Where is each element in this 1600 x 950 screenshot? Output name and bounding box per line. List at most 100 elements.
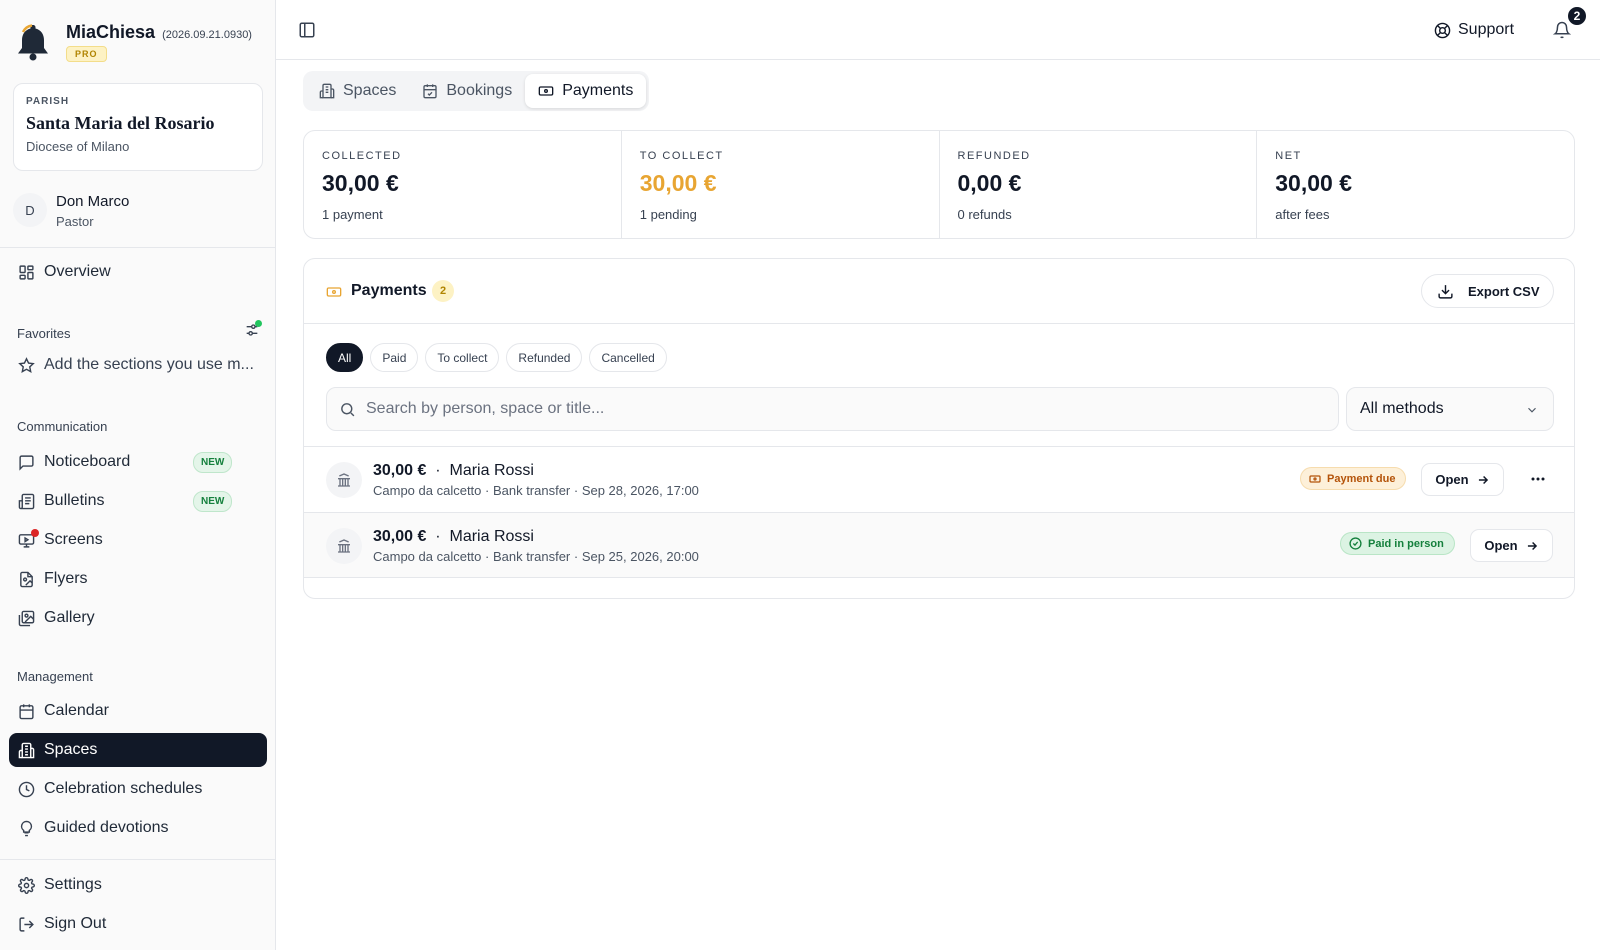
sidebar: MiaChiesa (2026.09.21.0930) PRO PARISH S… bbox=[0, 0, 276, 950]
favorites-heading: Favorites bbox=[17, 326, 71, 341]
new-badge: NEW bbox=[193, 491, 233, 512]
filter-to-collect[interactable]: To collect bbox=[425, 343, 500, 372]
new-badge: NEW bbox=[193, 452, 233, 473]
avatar: D bbox=[13, 193, 47, 227]
stat-label: REFUNDED bbox=[957, 150, 1031, 162]
open-label: Open bbox=[1435, 472, 1469, 487]
filter-all[interactable]: All bbox=[326, 343, 364, 372]
communication-heading: Communication bbox=[17, 419, 108, 434]
stat-net: NET 30,00 € after fees bbox=[1257, 131, 1574, 238]
payer-name: Maria Rossi bbox=[449, 528, 534, 545]
arrow-right-icon bbox=[1469, 473, 1490, 487]
more-options-icon[interactable] bbox=[1528, 469, 1548, 489]
newspaper-icon bbox=[18, 493, 35, 510]
open-button[interactable]: Open bbox=[1470, 529, 1553, 562]
payment-title: 30,00 € · Maria Rossi bbox=[373, 528, 534, 546]
tab-spaces[interactable]: Spaces bbox=[306, 74, 409, 108]
stat-value: 30,00 € bbox=[639, 170, 717, 196]
sidebar-item-spaces[interactable]: Spaces bbox=[9, 733, 267, 767]
export-csv-button[interactable]: Export CSV bbox=[1421, 274, 1554, 308]
tab-label: Payments bbox=[562, 82, 634, 99]
app-version: (2026.09.21.0930) bbox=[162, 29, 252, 41]
user-name: Don Marco bbox=[56, 193, 130, 210]
sidebar-item-bulletins[interactable]: Bulletins NEW bbox=[9, 484, 267, 518]
management-heading: Management bbox=[17, 669, 93, 684]
sidebar-item-label: Flyers bbox=[44, 570, 88, 587]
pro-badge: PRO bbox=[66, 46, 107, 62]
search-input[interactable]: Search by person, space or title... bbox=[326, 387, 1339, 431]
status-filters: All Paid To collect Refunded Cancelled bbox=[326, 343, 674, 372]
sidebar-item-label: Gallery bbox=[44, 609, 95, 626]
filter-paid[interactable]: Paid bbox=[370, 343, 419, 372]
user-profile[interactable]: D Don Marco Pastor bbox=[13, 190, 263, 234]
export-label: Export CSV bbox=[1468, 283, 1540, 299]
sidebar-item-celebration-schedules[interactable]: Celebration schedules bbox=[9, 772, 267, 806]
status-badge: Paid in person bbox=[1340, 532, 1455, 555]
arrow-right-icon bbox=[1518, 539, 1539, 553]
filter-refunded[interactable]: Refunded bbox=[506, 343, 583, 372]
calendar-check-icon bbox=[422, 83, 446, 99]
building-icon bbox=[18, 742, 35, 759]
sidebar-item-gallery[interactable]: Gallery bbox=[9, 601, 267, 635]
stat-collected: COLLECTED 30,00 € 1 payment bbox=[304, 131, 622, 238]
notifications-button[interactable]: 2 bbox=[1553, 5, 1588, 41]
payment-stats: COLLECTED 30,00 € 1 payment TO COLLECT 3… bbox=[303, 130, 1575, 239]
search-placeholder: Search by person, space or title... bbox=[366, 400, 605, 417]
bank-icon bbox=[326, 528, 362, 564]
lifebuoy-icon bbox=[1434, 22, 1458, 39]
sidebar-toggle-icon[interactable] bbox=[298, 21, 316, 39]
stat-label: COLLECTED bbox=[322, 150, 402, 162]
parish-label: PARISH bbox=[26, 96, 70, 107]
parish-name: Santa Maria del Rosario bbox=[26, 113, 215, 133]
sidebar-item-guided-devotions[interactable]: Guided devotions bbox=[9, 811, 267, 845]
payment-method-select[interactable]: All methods bbox=[1346, 387, 1554, 431]
support-label: Support bbox=[1458, 21, 1515, 38]
status-dot bbox=[255, 320, 262, 327]
tab-payments[interactable]: Payments bbox=[525, 74, 647, 108]
diocese-name: Diocese of Milano bbox=[26, 139, 130, 154]
sidebar-item-noticeboard[interactable]: Noticeboard NEW bbox=[9, 445, 267, 479]
separator: · bbox=[435, 528, 441, 545]
layout-grid-icon bbox=[18, 264, 35, 281]
sidebar-item-label: Guided devotions bbox=[44, 819, 169, 836]
support-button[interactable]: Support bbox=[1434, 19, 1514, 41]
sidebar-item-settings[interactable]: Settings bbox=[9, 868, 267, 902]
payment-row[interactable]: 30,00 € · Maria Rossi Campo da calcetto … bbox=[304, 512, 1574, 578]
payment-row[interactable]: 30,00 € · Maria Rossi Campo da calcetto … bbox=[304, 446, 1574, 512]
sidebar-item-flyers[interactable]: Flyers bbox=[9, 562, 267, 596]
clock-icon bbox=[18, 781, 35, 798]
bell-logo-icon bbox=[16, 22, 50, 62]
payments-count-badge: 2 bbox=[432, 280, 454, 302]
sidebar-item-overview[interactable]: Overview bbox=[9, 255, 267, 289]
stat-subtext: 0 refunds bbox=[957, 207, 1012, 222]
sidebar-item-screens[interactable]: Screens bbox=[9, 523, 267, 557]
sidebar-item-sign-out[interactable]: Sign Out bbox=[9, 907, 267, 941]
building-icon bbox=[319, 83, 343, 99]
parish-card[interactable]: PARISH Santa Maria del Rosario Diocese o… bbox=[13, 83, 263, 171]
open-button[interactable]: Open bbox=[1421, 463, 1504, 496]
tab-label: Spaces bbox=[343, 82, 397, 99]
lightbulb-icon bbox=[18, 820, 35, 837]
divider bbox=[0, 859, 276, 860]
payer-name: Maria Rossi bbox=[449, 462, 534, 479]
sidebar-item-label: Settings bbox=[44, 876, 102, 893]
favorites-add-hint[interactable]: Add the sections you use m... bbox=[9, 348, 267, 382]
notification-dot bbox=[31, 528, 39, 537]
sidebar-item-calendar[interactable]: Calendar bbox=[9, 694, 267, 728]
download-icon bbox=[1437, 283, 1468, 300]
stat-subtext: after fees bbox=[1275, 207, 1330, 222]
sidebar-item-label: Celebration schedules bbox=[44, 780, 203, 797]
stat-label: NET bbox=[1275, 150, 1302, 162]
tab-bookings[interactable]: Bookings bbox=[409, 74, 525, 108]
stat-label: TO COLLECT bbox=[639, 150, 724, 162]
search-icon bbox=[339, 401, 366, 418]
banknote-icon bbox=[1309, 473, 1327, 485]
panel-header: Payments 2 Export CSV bbox=[304, 259, 1574, 324]
open-label: Open bbox=[1484, 538, 1518, 553]
file-image-icon bbox=[18, 571, 35, 588]
brand[interactable]: MiaChiesa (2026.09.21.0930) PRO bbox=[16, 20, 266, 64]
calendar-icon bbox=[18, 703, 35, 720]
favorites-settings-icon[interactable] bbox=[244, 320, 262, 340]
filter-cancelled[interactable]: Cancelled bbox=[589, 343, 667, 372]
topbar bbox=[276, 0, 1600, 60]
